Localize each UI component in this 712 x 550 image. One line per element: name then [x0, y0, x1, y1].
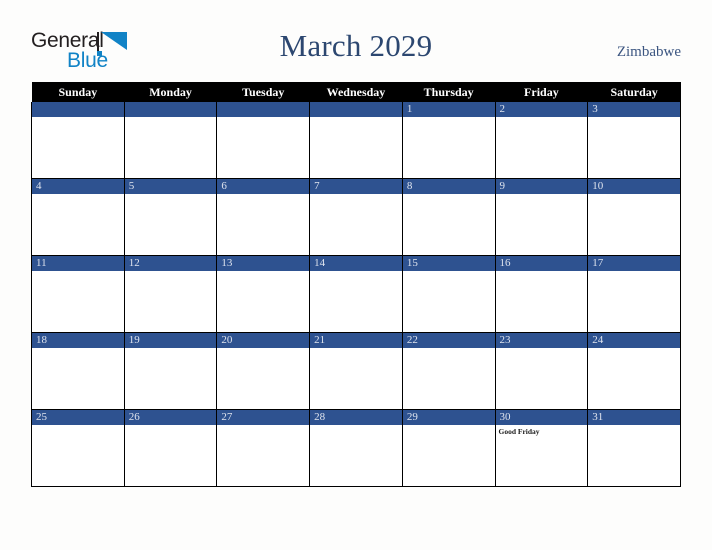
day-number: 2 [495, 102, 588, 117]
calendar-day-cell[interactable]: 23 [494, 332, 589, 410]
calendar-day-cell[interactable]: 19 [123, 332, 218, 410]
calendar-day-cell[interactable]: 26 [123, 409, 218, 487]
calendar-day-cell[interactable]: 28 [309, 409, 403, 487]
calendar-week-row: 25 26 27 28 29 30 Good Friday 31 [31, 409, 681, 487]
weekday-header-wednesday: Wednesday [309, 82, 403, 102]
day-number: 18 [32, 333, 124, 348]
calendar-day-cell[interactable]: 13 [216, 255, 311, 333]
calendar-day-cell[interactable]: 6 [216, 178, 311, 256]
weekday-header-friday: Friday [495, 82, 588, 102]
day-number: 26 [124, 410, 217, 425]
day-number: 23 [495, 333, 588, 348]
calendar-empty-cell[interactable] [123, 102, 218, 179]
weekday-header-monday: Monday [124, 82, 217, 102]
calendar-day-cell[interactable]: 24 [587, 332, 681, 410]
calendar-week-row: 123 [31, 102, 681, 179]
calendar-week-row: 4 5 6 7 8 9 10 [31, 178, 681, 256]
calendar-day-cell[interactable]: 11 [31, 255, 125, 333]
day-number [124, 102, 217, 117]
calendar-day-cell[interactable]: 5 [123, 178, 218, 256]
weekday-header-row: Sunday Monday Tuesday Wednesday Thursday… [31, 82, 681, 102]
day-number: 25 [32, 410, 124, 425]
day-number: 27 [217, 410, 310, 425]
day-number: 29 [402, 410, 495, 425]
day-number: 13 [217, 256, 310, 271]
day-number: 5 [124, 179, 217, 194]
day-number: 12 [124, 256, 217, 271]
calendar-empty-cell[interactable] [309, 102, 403, 179]
calendar-empty-cell[interactable] [31, 102, 125, 179]
weekday-header-saturday: Saturday [587, 82, 681, 102]
day-number: 19 [124, 333, 217, 348]
calendar-empty-cell[interactable] [216, 102, 311, 179]
day-number: 8 [402, 179, 495, 194]
calendar-day-cell[interactable]: 31 [587, 409, 681, 487]
calendar-day-cell[interactable]: 9 [494, 178, 589, 256]
day-number [32, 102, 124, 117]
day-number: 20 [217, 333, 310, 348]
day-number: 4 [32, 179, 124, 194]
calendar-day-cell[interactable]: 29 [401, 409, 496, 487]
day-number: 14 [310, 256, 402, 271]
day-number: 1 [402, 102, 495, 117]
page-header: General Blue March 2029 Zimbabwe [0, 0, 712, 82]
day-number: 6 [217, 179, 310, 194]
day-number: 22 [402, 333, 495, 348]
weekday-header-sunday: Sunday [31, 82, 125, 102]
calendar-day-cell[interactable]: 22 [401, 332, 496, 410]
calendar-day-cell[interactable]: 25 [31, 409, 125, 487]
weekday-header-tuesday: Tuesday [216, 82, 310, 102]
calendar-day-cell[interactable]: 8 [401, 178, 496, 256]
day-number: 30 [495, 410, 588, 425]
calendar-day-cell[interactable]: 18 [31, 332, 125, 410]
calendar-day-cell[interactable]: 7 [309, 178, 403, 256]
calendar-day-cell[interactable]: 17 [587, 255, 681, 333]
calendar-day-cell[interactable]: 1 [401, 102, 496, 179]
day-number: 21 [310, 333, 402, 348]
calendar-body: 1 2 3 4 5 6 7 8 9 10 11 12 13 14 15 16 17 18 19 20 21 22 23 24 2… [31, 102, 681, 487]
day-number: 24 [588, 333, 680, 348]
calendar-day-cell[interactable]: 14 [309, 255, 403, 333]
calendar-day-cell[interactable]: 2 [494, 102, 589, 179]
day-events: Good Friday [496, 425, 588, 437]
calendar-day-cell[interactable]: 20 [216, 332, 311, 410]
day-number: 9 [495, 179, 588, 194]
day-number: 28 [310, 410, 402, 425]
calendar-day-cell[interactable]: 10 [587, 178, 681, 256]
calendar-day-cell[interactable]: 12 [123, 255, 218, 333]
day-number [310, 102, 402, 117]
calendar-day-cell[interactable]: 15 [401, 255, 496, 333]
day-number: 3 [588, 102, 680, 117]
day-number: 16 [495, 256, 588, 271]
calendar-day-cell[interactable]: 16 [494, 255, 589, 333]
day-number: 31 [588, 410, 680, 425]
day-number [217, 102, 310, 117]
country-label: Zimbabwe [616, 44, 681, 60]
calendar-day-cell[interactable]: 4 [31, 178, 125, 256]
calendar-grid: Sunday Monday Tuesday Wednesday Thursday… [31, 82, 681, 487]
calendar-day-cell[interactable]: 27 [216, 409, 311, 487]
calendar-week-row: 18 19 20 21 22 23 24 [31, 332, 681, 410]
calendar-week-row: 11 12 13 14 15 16 17 [31, 255, 681, 333]
calendar-day-cell[interactable]: 21 [309, 332, 403, 410]
event-label: Good Friday [498, 427, 540, 436]
day-number: 10 [588, 179, 680, 194]
page-title: March 2029 [279, 28, 433, 63]
day-number: 17 [588, 256, 680, 271]
calendar-day-cell[interactable]: 3 [587, 102, 681, 179]
day-number: 11 [32, 256, 124, 271]
day-number: 7 [310, 179, 402, 194]
weekday-header-thursday: Thursday [402, 82, 496, 102]
day-number: 15 [402, 256, 495, 271]
calendar-day-cell[interactable]: 30 Good Friday [494, 409, 589, 487]
